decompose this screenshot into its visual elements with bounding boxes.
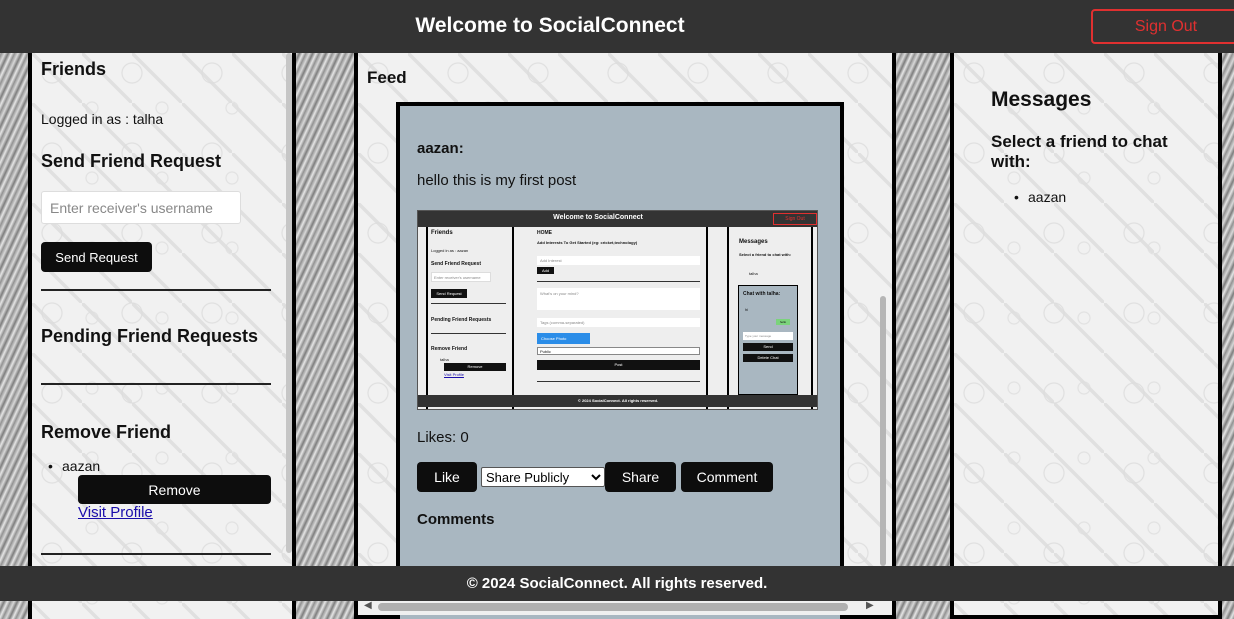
mini-interest-input: Add Interest: [537, 256, 700, 265]
pending-requests-heading: Pending Friend Requests: [41, 326, 259, 346]
mini-post: Post: [537, 360, 700, 370]
post-card: aazan: hello this is my first post Welco…: [396, 102, 844, 619]
sign-out-button[interactable]: Sign Out: [1091, 9, 1234, 44]
mini-title: Welcome to SocialConnect: [553, 214, 643, 221]
mini-friends: Friends: [431, 230, 453, 236]
comment-button[interactable]: Comment: [681, 462, 773, 492]
mini-messages: Messages: [739, 239, 768, 245]
mini-chat-with: Chat with talha:: [743, 291, 781, 297]
mini-home: HOME: [537, 230, 552, 236]
mini-hi: hi: [745, 307, 749, 312]
messages-title: Messages: [991, 88, 1092, 111]
mini-visit: Visit Profile: [444, 372, 464, 377]
send-request-heading: Send Friend Request: [41, 151, 222, 171]
mini-send: Send: [743, 343, 793, 351]
divider: [41, 383, 271, 385]
mini-footer: © 2024 SocialConnect. All rights reserve…: [418, 395, 817, 407]
page-title: Welcome to SocialConnect: [415, 14, 685, 37]
logged-in-label: Logged in as : talha: [41, 111, 164, 127]
footer: © 2024 SocialConnect. All rights reserve…: [0, 566, 1234, 601]
mini-pending: Pending Friend Requests: [431, 317, 492, 323]
mini-interests: Add Interests To Get Started (eg: cricke…: [537, 240, 638, 245]
mini-hr: [431, 333, 506, 334]
feed-vertical-scrollbar[interactable]: [880, 296, 886, 566]
friends-title: Friends: [41, 59, 107, 79]
feed-panel: Feed aazan: hello this is my first post …: [354, 53, 896, 619]
mini-hr: [537, 381, 700, 382]
post-author: aazan:: [417, 140, 464, 157]
remove-friend-heading: Remove Friend: [41, 422, 172, 442]
mini-send-btn: Send Request: [431, 289, 467, 298]
mini-select: Select a friend to chat with:: [739, 252, 792, 257]
mini-type: Type your message: [743, 332, 793, 340]
mini-sign-out: Sign Out: [773, 213, 817, 225]
mini-chat-friend: talha: [749, 271, 758, 276]
mini-hr: [431, 303, 506, 304]
mini-choose: Choose Photo: [537, 333, 590, 344]
mini-send-title: Send Friend Request: [431, 261, 482, 267]
friends-panel-scrollbar[interactable]: [286, 53, 292, 553]
mini-tags: Tags (comma-separated): [537, 318, 700, 327]
share-visibility-select[interactable]: Share Publicly: [481, 467, 605, 487]
scroll-left-icon[interactable]: ◀: [364, 600, 372, 611]
divider: [41, 289, 271, 291]
footer-text: © 2024 SocialConnect. All rights reserve…: [466, 575, 768, 592]
messages-panel: Messages Select a friend to chat with: a…: [950, 53, 1222, 619]
send-request-button[interactable]: Send Request: [41, 242, 152, 272]
divider: [41, 553, 271, 555]
mini-remove-btn: Remove: [444, 363, 506, 371]
scrollbar-thumb[interactable]: [378, 603, 848, 611]
mini-input: Enter receiver's username: [431, 272, 491, 282]
mini-whats: What's on your mind?: [537, 288, 700, 310]
remove-friend-button[interactable]: Remove: [78, 475, 271, 504]
likes-count: Likes: 0: [417, 429, 469, 446]
feed-horizontal-scrollbar[interactable]: ◀ ▶: [358, 599, 892, 615]
mini-public: Public: [537, 347, 700, 355]
friends-panel: Friends Logged in as : talha Send Friend…: [28, 53, 296, 619]
feed-title: Feed: [367, 68, 407, 87]
mini-remove: Remove Friend: [431, 346, 468, 352]
app-header: Welcome to SocialConnect Sign Out: [0, 0, 1234, 53]
mini-hr: [537, 281, 700, 282]
receiver-username-input[interactable]: [41, 191, 241, 224]
scroll-right-icon[interactable]: ▶: [866, 600, 874, 611]
visit-profile-link[interactable]: Visit Profile: [78, 504, 153, 521]
share-button[interactable]: Share: [605, 462, 676, 492]
mini-hello: hello: [776, 319, 790, 325]
friend-list-item: aazan: [48, 458, 100, 474]
mini-chat-box: [738, 285, 798, 395]
like-button[interactable]: Like: [417, 462, 477, 492]
comments-heading: Comments: [417, 511, 495, 528]
post-text: hello this is my first post: [417, 172, 577, 189]
mini-friend: talha: [440, 357, 449, 362]
mini-add: Add: [537, 267, 554, 274]
messages-subtitle: Select a friend to chat with:: [991, 132, 1168, 171]
mini-logged: Logged in as : aazan: [431, 248, 469, 253]
post-image: Welcome to SocialConnect Sign Out Friend…: [417, 210, 818, 410]
mini-delete: Delete Chat: [743, 354, 793, 362]
chat-friend-item[interactable]: aazan: [1014, 189, 1066, 205]
